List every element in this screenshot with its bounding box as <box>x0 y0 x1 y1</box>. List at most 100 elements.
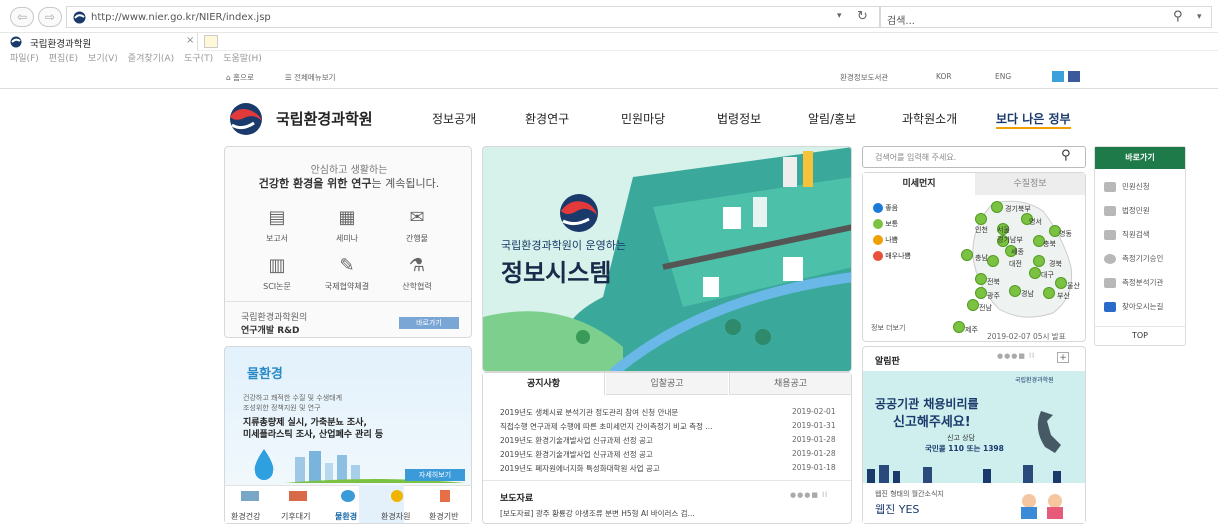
notice-row-title[interactable]: 2019년도 생체시료 분석기관 정도관리 참여 신청 안내문 <box>500 407 678 418</box>
tab-env-base[interactable]: 환경기반 <box>429 511 458 522</box>
notice-row-title[interactable]: 직접수행 연구과제 수행에 따른 초미세먼지 간이측정기 비교 측정 ... <box>500 421 713 432</box>
quick-item-directions[interactable]: 찾아오시는길 <box>1104 301 1163 312</box>
cooperation-label: 산학협력 <box>402 282 432 291</box>
back-button[interactable]: ⇦ <box>10 7 34 27</box>
legend-normal: 보통 <box>885 220 899 228</box>
dropdown-icon[interactable]: ▾ <box>837 11 842 21</box>
tab-env-resource[interactable]: 환경자원 <box>381 511 410 522</box>
webzine-banner[interactable]: 웹진 형태의 월간소식지 웹진 YES <box>863 483 1085 523</box>
sci-paper-icon[interactable]: ▥ <box>263 253 291 279</box>
quick-item-analysis-agency[interactable]: 측정분석기관 <box>1104 277 1163 288</box>
search-icon[interactable]: ⚲ <box>1173 9 1183 24</box>
notice-row-title[interactable]: 2019년도 환경기술개발사업 신규과제 선정 공고 <box>500 449 653 460</box>
new-tab-button[interactable] <box>204 35 218 48</box>
water-more-button[interactable]: 자세히보기 <box>405 469 465 481</box>
forward-button[interactable]: ⇨ <box>38 7 62 27</box>
press-row[interactable]: [보도자료] 광주 황룡강 야생조류 분변 H5형 AI 바이러스 검... <box>500 508 695 519</box>
board-pager[interactable]: ●●●■ ll <box>997 352 1035 360</box>
seminar-icon[interactable]: ▦ <box>333 205 361 231</box>
utility-bar: ⌂ 홈으로 ☰ 전체메뉴보기 환경정보도서관 KOR ENG <box>0 67 1218 89</box>
quick-item-staff-search[interactable]: 직원검색 <box>1104 229 1150 240</box>
book-icon <box>1104 206 1116 216</box>
browser-address-bar: ⇦ ⇨ http://www.nier.go.kr/NIER/index.jsp… <box>0 0 1218 33</box>
city-label: 세종 <box>1011 248 1024 256</box>
city-label: 전남 <box>979 304 992 312</box>
tab-climate-air[interactable]: 기후대기 <box>281 511 310 522</box>
home-link[interactable]: ⌂ 홈으로 <box>226 72 254 83</box>
publication-icon[interactable]: ✉ <box>403 205 431 231</box>
menu-help[interactable]: 도움말(H) <box>223 54 262 64</box>
tab-bid[interactable]: 입찰공고 <box>606 373 728 395</box>
menu-favorites[interactable]: 즐겨찾기(A) <box>128 54 174 64</box>
target-icon <box>1104 254 1116 264</box>
browser-tab[interactable]: 국립환경과학원 × <box>0 33 198 51</box>
quick-label: 민원신청 <box>1122 182 1150 191</box>
board-add-button[interactable]: + <box>1057 352 1069 363</box>
recruit-corruption-banner[interactable]: 국립환경과학원 공공기관 채용비리를 신고해주세요! 신고 상담 국민콜 110… <box>863 371 1085 483</box>
notice-row-title[interactable]: 2019년도 폐자원에너지화 특성화대학원 사업 공고 <box>500 463 660 474</box>
site-search-placeholder: 검색어를 입력해 주세요. <box>875 153 957 162</box>
cooperation-icon[interactable]: ⚗ <box>403 253 431 279</box>
document-icon <box>1104 182 1116 192</box>
air-more-link[interactable]: 정보 더보기 <box>871 323 905 333</box>
browser-search-field[interactable]: 검색... ⚲ ▾ <box>880 6 1212 28</box>
nav-law[interactable]: 법령정보 <box>717 110 761 127</box>
tab-notice[interactable]: 공지사항 <box>483 373 605 395</box>
nav-info-disclosure[interactable]: 정보공개 <box>432 110 476 127</box>
nav-about[interactable]: 과학원소개 <box>902 110 957 127</box>
info-system-banner[interactable]: 국립환경과학원이 운영하는 정보시스템 <box>482 146 852 372</box>
facebook-icon[interactable] <box>1068 71 1080 82</box>
city-label: 경기남부 <box>997 236 1023 244</box>
quick-item-legal-civil[interactable]: 법정민원 <box>1104 205 1150 216</box>
legend-bad: 나쁨 <box>885 236 899 244</box>
bar-chart-icon <box>1104 278 1116 288</box>
quick-menu: 바로가기 <box>1094 146 1186 346</box>
notice-row-date: 2019-01-31 <box>792 421 836 430</box>
site-search-icon[interactable]: ⚲ <box>1061 148 1071 163</box>
kor-link[interactable]: KOR <box>936 72 952 81</box>
tab-env-health[interactable]: 환경건강 <box>231 511 260 522</box>
tab-recruit[interactable]: 채용공고 <box>729 373 851 395</box>
quick-item-civil-request[interactable]: 민원신청 <box>1104 181 1150 192</box>
url-field[interactable]: http://www.nier.go.kr/NIER/index.jsp ▾ ↻ <box>66 6 880 28</box>
tab-close-icon[interactable]: × <box>186 35 194 46</box>
quick-label: 법정민원 <box>1122 206 1150 215</box>
menu-file[interactable]: 파일(F) <box>10 54 39 64</box>
press-pager[interactable]: ●●●■ ll <box>790 491 828 499</box>
banner-pager[interactable] <box>769 155 813 161</box>
press-title[interactable]: 보도자료 <box>500 491 533 504</box>
menu-view[interactable]: 보기(V) <box>88 54 118 64</box>
rnd-go-button[interactable]: 바로가기 <box>399 317 459 329</box>
city-label: 경남 <box>1021 290 1034 298</box>
agreement-icon[interactable]: ✎ <box>333 253 361 279</box>
site-search-input[interactable]: 검색어를 입력해 주세요. ⚲ <box>862 146 1086 168</box>
nav-civil[interactable]: 민원마당 <box>621 110 665 127</box>
tab-water-info[interactable]: 수질정보 <box>975 173 1085 195</box>
menu-tools[interactable]: 도구(T) <box>184 54 213 64</box>
site-name[interactable]: 국립환경과학원 <box>276 108 373 129</box>
quick-item-device-approval[interactable]: 측정기기승인 <box>1104 253 1163 264</box>
tab-water-env[interactable]: 물환경 <box>335 511 357 522</box>
intro-line2-rest: 는 계속됩니다. <box>371 177 440 190</box>
notice-row-title[interactable]: 2019년도 환경기술개발사업 신규과제 선정 공고 <box>500 435 653 446</box>
tab-title: 국립환경과학원 <box>30 39 92 50</box>
nier-logo-icon[interactable] <box>224 101 270 137</box>
refresh-icon[interactable]: ↻ <box>857 9 868 24</box>
webzine-sub: 웹진 형태의 월간소식지 <box>875 490 944 498</box>
city-label: 충북 <box>1043 240 1056 248</box>
top-button[interactable]: TOP <box>1094 331 1186 340</box>
all-menu-link[interactable]: ☰ 전체메뉴보기 <box>285 72 336 83</box>
tab-fine-dust[interactable]: 미세먼지 <box>863 173 975 195</box>
report-icon[interactable]: ▤ <box>263 205 291 231</box>
water-sub1: 건강하고 쾌적한 수질 및 수생태계 <box>243 394 343 402</box>
nav-research[interactable]: 환경연구 <box>525 110 569 127</box>
library-link[interactable]: 환경정보도서관 <box>840 72 888 83</box>
nav-news[interactable]: 알림/홍보 <box>808 110 856 127</box>
intro-line2-bold: 건강한 환경을 위한 연구 <box>258 177 372 190</box>
search-dropdown-icon[interactable]: ▾ <box>1197 12 1202 22</box>
menu-edit[interactable]: 편집(E) <box>49 54 78 64</box>
city-label: 광주 <box>987 292 1000 300</box>
eng-link[interactable]: ENG <box>995 72 1011 81</box>
twitter-icon[interactable] <box>1052 71 1064 82</box>
webzine-illustration <box>1021 494 1063 519</box>
